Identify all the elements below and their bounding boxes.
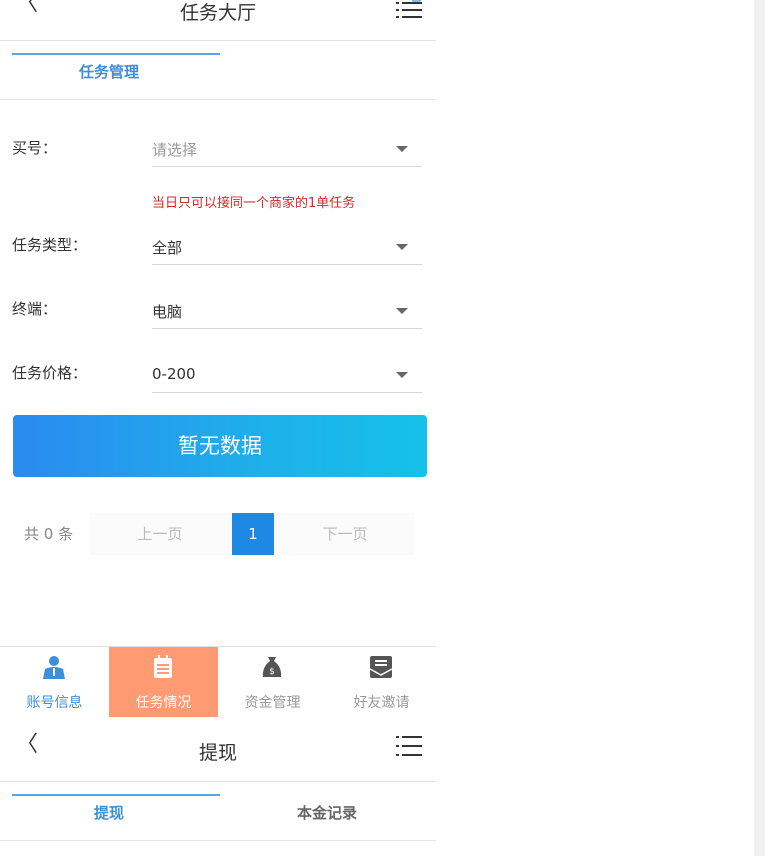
terminal-label: 终端： <box>12 300 58 318</box>
pager-next-button[interactable]: 下一页 <box>276 513 414 555</box>
menu-icon[interactable] <box>396 0 422 18</box>
mail-icon <box>369 656 393 678</box>
money-bag-icon: $ <box>262 657 282 677</box>
buyer-select[interactable]: 请选择 <box>152 131 422 167</box>
tabbar-label-tasks: 任务情况 <box>135 695 192 711</box>
task-hall-header: 〈 任务大厅 <box>0 0 436 41</box>
terminal-select[interactable]: 电脑 <box>152 293 422 329</box>
task-tabs: 任务管理 <box>0 42 436 100</box>
tabbar-item-invite[interactable]: 好友邀请 <box>327 647 436 717</box>
menu-icon[interactable] <box>396 736 422 756</box>
tabbar-item-tasks[interactable]: 任务情况 <box>109 647 218 717</box>
svg-text:$: $ <box>269 667 275 677</box>
chevron-down-icon <box>396 146 408 152</box>
page-title: 提现 <box>198 742 237 764</box>
task-type-select[interactable]: 全部 <box>152 229 422 265</box>
buyer-select-value: 请选择 <box>152 141 198 159</box>
tabbar-item-account[interactable]: 账号信息 <box>0 647 109 717</box>
bottom-tabbar: 账号信息 任务情况 $ 资金管理 好友邀请 <box>0 646 436 717</box>
task-type-label: 任务类型： <box>12 236 88 254</box>
withdraw-header: 〈 提现 <box>0 726 436 782</box>
price-select[interactable]: 0-200 <box>152 357 422 393</box>
tab-principal-records[interactable]: 本金记录 <box>218 783 436 841</box>
price-value: 0-200 <box>152 365 196 383</box>
clipboard-icon <box>154 655 172 678</box>
scrollbar[interactable] <box>754 0 765 856</box>
daily-limit-notice: 当日只可以接同一个商家的1单任务 <box>152 196 356 211</box>
price-label: 任务价格： <box>12 364 88 382</box>
chevron-down-icon <box>396 244 408 250</box>
page-title: 任务大厅 <box>179 2 256 24</box>
tabbar-item-funds[interactable]: $ 资金管理 <box>218 647 327 717</box>
tabbar-label-account: 账号信息 <box>26 695 83 711</box>
pager-current-page[interactable]: 1 <box>232 513 274 555</box>
tab-task-management[interactable]: 任务管理 <box>0 42 220 100</box>
tabbar-label-invite: 好友邀请 <box>353 695 410 711</box>
withdraw-tabs: 提现 本金记录 <box>0 783 436 841</box>
buyer-label: 买号： <box>12 139 58 157</box>
no-data-button[interactable]: 暂无数据 <box>13 415 427 477</box>
chevron-down-icon <box>396 372 408 378</box>
chevron-down-icon <box>396 308 408 314</box>
tabbar-label-funds: 资金管理 <box>244 695 301 711</box>
pager-prev-button[interactable]: 上一页 <box>90 513 230 555</box>
pager-total: 共 0 条 <box>24 525 74 543</box>
task-type-value: 全部 <box>152 239 183 257</box>
user-icon <box>43 656 65 679</box>
phone-screen: 〈 任务大厅 任务管理 买号： 请选择 当日只可以接同一个商家的1单任务 任务类… <box>0 0 436 856</box>
terminal-value: 电脑 <box>152 303 183 321</box>
tab-withdraw[interactable]: 提现 <box>0 783 220 841</box>
